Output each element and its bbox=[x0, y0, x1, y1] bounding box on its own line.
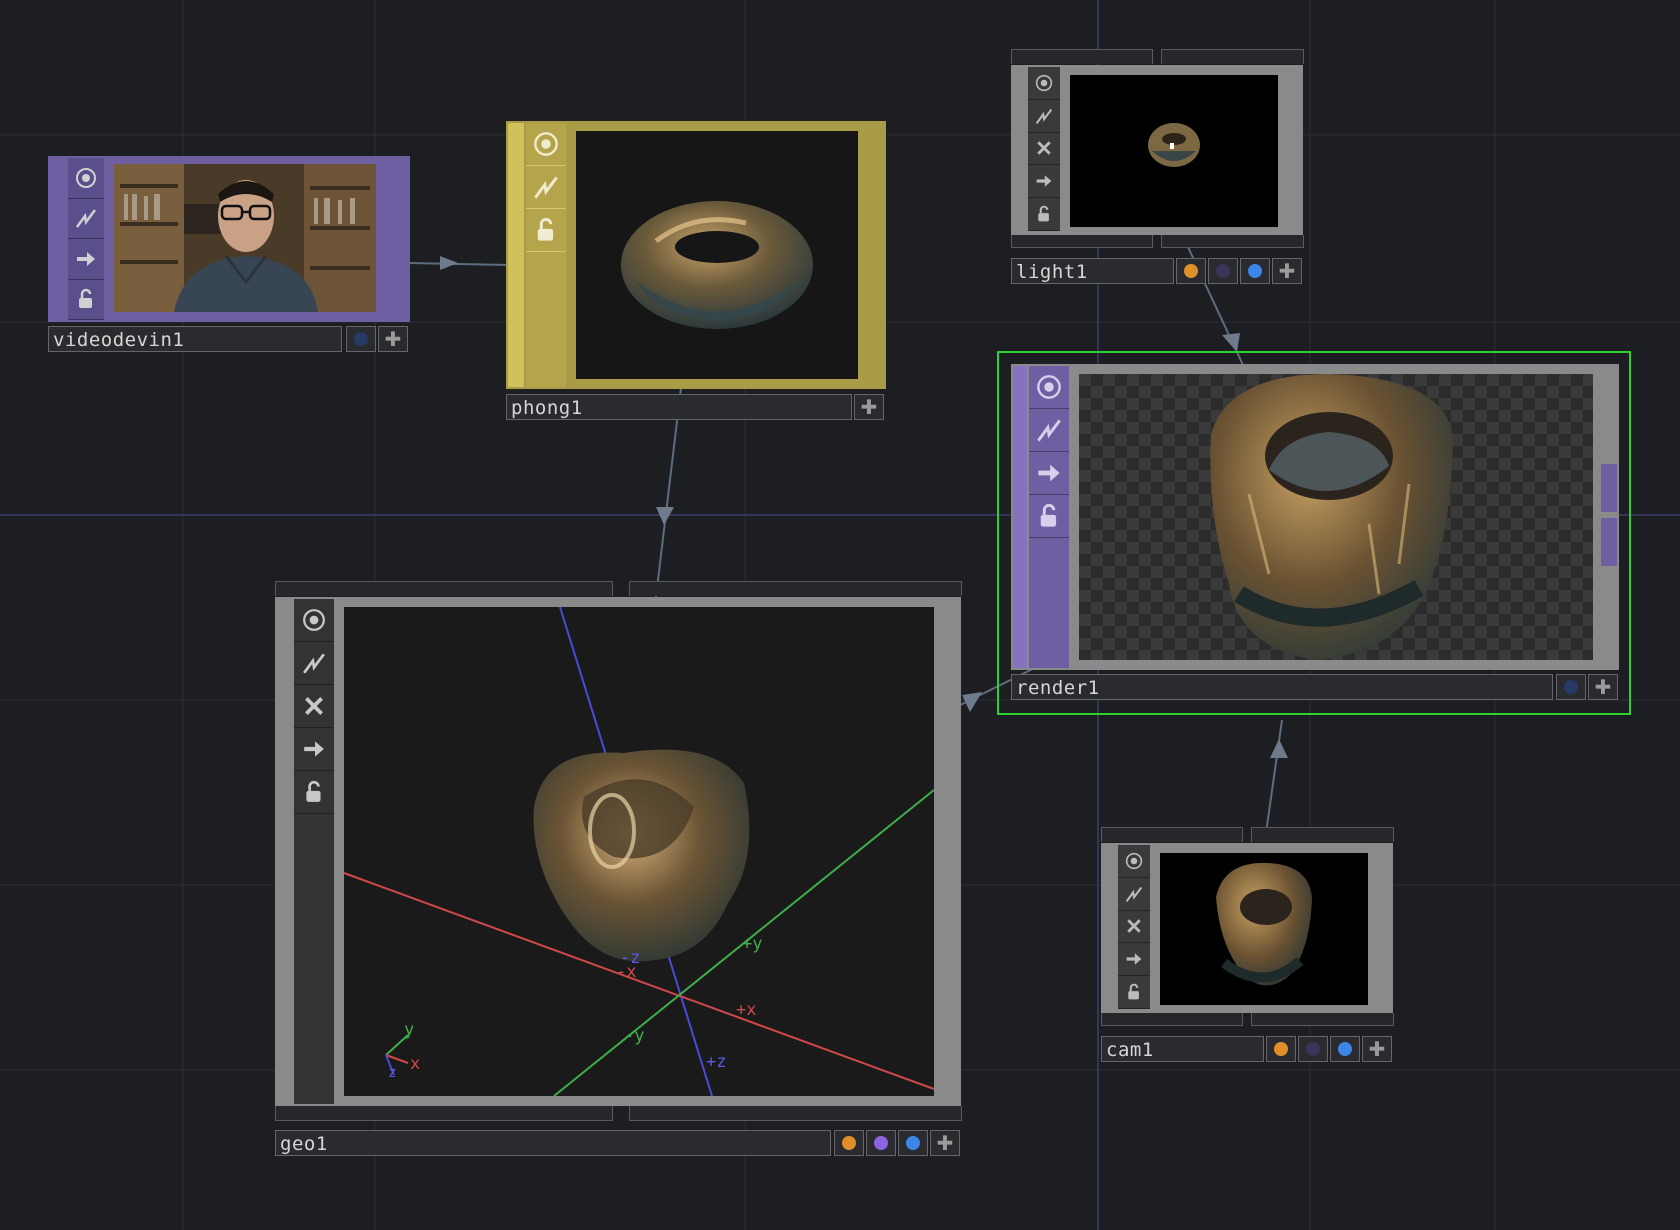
viewer-toggle-icon[interactable] bbox=[294, 599, 334, 642]
node-bottom-bar bbox=[629, 1106, 962, 1121]
viewer-toggle-icon[interactable] bbox=[526, 123, 566, 166]
cook-icon[interactable] bbox=[294, 642, 334, 685]
node-side-buttons bbox=[68, 158, 104, 320]
bypass-icon[interactable] bbox=[1118, 911, 1150, 944]
output-connector[interactable] bbox=[1601, 518, 1617, 566]
node-bottom-bar bbox=[1101, 1013, 1243, 1026]
output-connector[interactable] bbox=[1601, 464, 1617, 512]
pickable-flag[interactable] bbox=[866, 1130, 896, 1156]
render-preview[interactable] bbox=[1079, 374, 1593, 660]
add-button[interactable]: ✚ bbox=[854, 394, 884, 420]
node-top-bar bbox=[1251, 827, 1394, 842]
axis-label: -y bbox=[624, 1026, 644, 1046]
output-connector[interactable] bbox=[868, 258, 884, 300]
export-icon[interactable] bbox=[294, 728, 334, 771]
svg-text:z: z bbox=[388, 1065, 396, 1081]
export-icon[interactable] bbox=[68, 239, 104, 280]
input-strip bbox=[508, 123, 524, 387]
material-preview[interactable] bbox=[576, 131, 858, 379]
export-icon[interactable] bbox=[1029, 452, 1069, 495]
node-name-label[interactable]: light1 bbox=[1011, 258, 1174, 284]
node-name-label[interactable]: geo1 bbox=[275, 1130, 831, 1156]
node-top-bar bbox=[1011, 49, 1153, 64]
pickable-flag[interactable] bbox=[1298, 1036, 1328, 1062]
axis-label: -x bbox=[616, 962, 636, 982]
add-button[interactable]: ✚ bbox=[1362, 1036, 1392, 1062]
node-side-buttons bbox=[526, 123, 566, 387]
light-preview[interactable] bbox=[1070, 75, 1278, 227]
plus-icon: ✚ bbox=[384, 327, 402, 351]
bypass-icon[interactable] bbox=[1028, 133, 1060, 166]
node-top-bar bbox=[629, 581, 962, 596]
lock-icon[interactable] bbox=[68, 280, 104, 320]
node-side-buttons bbox=[1028, 67, 1060, 231]
lock-icon[interactable] bbox=[1029, 495, 1069, 538]
export-icon[interactable] bbox=[1028, 165, 1060, 199]
viewer-toggle-icon[interactable] bbox=[68, 158, 104, 199]
output-connector[interactable] bbox=[392, 212, 408, 238]
axis-label: +z bbox=[706, 1052, 726, 1072]
video-preview[interactable] bbox=[114, 164, 376, 312]
node-side-buttons bbox=[1029, 366, 1069, 668]
add-button[interactable]: ✚ bbox=[378, 326, 408, 352]
render-flag[interactable] bbox=[834, 1130, 864, 1156]
axis-label: +y bbox=[742, 934, 762, 954]
display-flag[interactable] bbox=[1330, 1036, 1360, 1062]
node-bottom-bar bbox=[275, 1106, 613, 1121]
cook-icon[interactable] bbox=[1118, 878, 1150, 911]
output-connector[interactable] bbox=[868, 212, 884, 250]
camera-preview[interactable] bbox=[1160, 853, 1368, 1005]
svg-text:x: x bbox=[410, 1054, 420, 1074]
plus-icon: ✚ bbox=[860, 395, 878, 419]
render-flag[interactable] bbox=[1176, 258, 1206, 284]
plus-icon: ✚ bbox=[1594, 675, 1612, 699]
display-flag[interactable] bbox=[898, 1130, 928, 1156]
plus-icon: ✚ bbox=[1278, 259, 1296, 283]
node-bottom-bar bbox=[1251, 1013, 1394, 1026]
lock-icon[interactable] bbox=[294, 771, 334, 814]
cook-icon[interactable] bbox=[526, 166, 566, 209]
render-flag[interactable] bbox=[1266, 1036, 1296, 1062]
lock-icon[interactable] bbox=[1028, 198, 1060, 231]
node-bottom-bar bbox=[1161, 235, 1304, 248]
cook-icon[interactable] bbox=[68, 199, 104, 239]
lock-icon[interactable] bbox=[1118, 976, 1150, 1009]
display-flag[interactable] bbox=[1556, 674, 1586, 700]
node-top-bar bbox=[1161, 49, 1304, 64]
display-flag[interactable] bbox=[346, 326, 376, 352]
add-button[interactable]: ✚ bbox=[930, 1130, 960, 1156]
node-bottom-bar bbox=[1011, 235, 1153, 248]
geometry-viewer[interactable]: -z +y -x +x -y +z y x z bbox=[344, 607, 934, 1096]
node-side-buttons bbox=[294, 599, 334, 1104]
node-name-label[interactable]: videodevin1 bbox=[48, 326, 342, 352]
node-name-label[interactable]: phong1 bbox=[506, 394, 852, 420]
viewer-toggle-icon[interactable] bbox=[1029, 366, 1069, 409]
node-name-label[interactable]: render1 bbox=[1011, 674, 1553, 700]
node-top-bar bbox=[275, 581, 613, 596]
node-top-bar bbox=[1101, 827, 1243, 842]
export-icon[interactable] bbox=[1118, 943, 1150, 977]
add-button[interactable]: ✚ bbox=[1272, 258, 1302, 284]
axis-label: +x bbox=[736, 1000, 756, 1020]
add-button[interactable]: ✚ bbox=[1588, 674, 1618, 700]
cook-icon[interactable] bbox=[1029, 409, 1069, 452]
lock-icon[interactable] bbox=[526, 209, 566, 252]
node-name-label[interactable]: cam1 bbox=[1101, 1036, 1264, 1062]
viewer-toggle-icon[interactable] bbox=[1118, 845, 1150, 878]
input-strip bbox=[1013, 366, 1027, 668]
bypass-icon[interactable] bbox=[294, 685, 334, 728]
node-side-buttons bbox=[1118, 845, 1150, 1009]
pickable-flag[interactable] bbox=[1208, 258, 1238, 284]
viewer-toggle-icon[interactable] bbox=[1028, 67, 1060, 100]
display-flag[interactable] bbox=[1240, 258, 1270, 284]
axis-gizmo: y x z bbox=[385, 1020, 420, 1081]
cook-icon[interactable] bbox=[1028, 100, 1060, 133]
svg-text:y: y bbox=[404, 1020, 414, 1040]
output-connector[interactable] bbox=[392, 244, 408, 270]
plus-icon: ✚ bbox=[936, 1131, 954, 1155]
plus-icon: ✚ bbox=[1368, 1037, 1386, 1061]
